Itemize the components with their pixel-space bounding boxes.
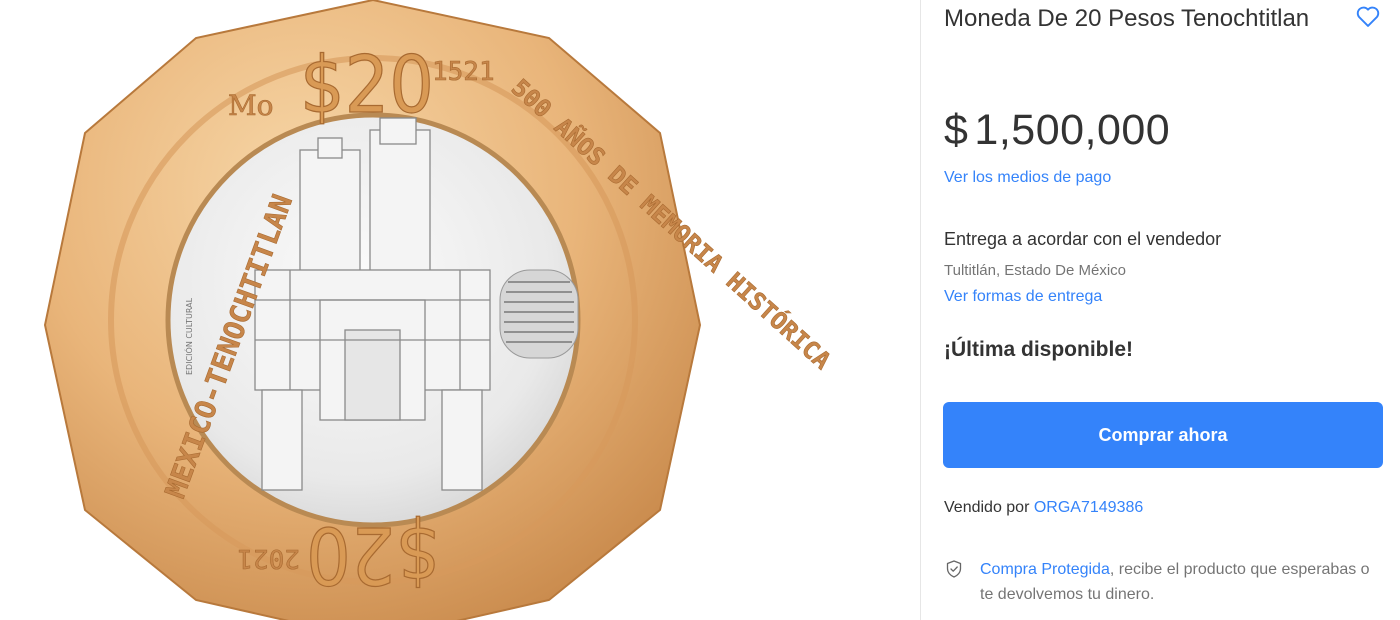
latent-image bbox=[499, 269, 579, 359]
price-amount: 1,500,000 bbox=[974, 106, 1171, 154]
coin-center-legend: EDICIÓN CULTURAL bbox=[183, 297, 194, 375]
product-image-gallery[interactable]: $20 1521 Mo MEXICO-TENOCHTITLAN 500 AÑOS… bbox=[0, 0, 920, 620]
coin-year-top: 1521 bbox=[432, 57, 495, 87]
panel-divider bbox=[920, 0, 921, 620]
price-currency: $ bbox=[944, 106, 969, 154]
coin-image: $20 1521 Mo MEXICO-TENOCHTITLAN 500 AÑOS… bbox=[43, 0, 838, 620]
protection-text: Compra Protegida, recibe el producto que… bbox=[980, 557, 1370, 607]
delivery-text: Entrega a acordar con el vendedor bbox=[944, 229, 1222, 249]
heart-outline-icon[interactable] bbox=[1354, 2, 1382, 30]
seller-location: Tultitlán, Estado De México bbox=[944, 262, 1127, 279]
product-title: Moneda De 20 Pesos Tenochtitlan bbox=[944, 5, 1310, 32]
coin-denomination-top: $20 bbox=[300, 41, 434, 131]
coin-year-bottom: 2021 bbox=[237, 543, 300, 573]
stock-status: ¡Última disponible! bbox=[944, 338, 1133, 361]
product-info-panel: Moneda De 20 Pesos Tenochtitlan $1,500,0… bbox=[943, 0, 1384, 620]
seller-info: Vendido por ORGA7149386 bbox=[944, 499, 1143, 517]
payment-methods-link[interactable]: Ver los medios de pago bbox=[944, 169, 1111, 187]
protected-purchase-link[interactable]: Compra Protegida bbox=[980, 561, 1110, 578]
coin-mint-mark: Mo bbox=[228, 89, 274, 122]
coin-denomination-bottom: $20 bbox=[306, 509, 440, 599]
seller-prefix: Vendido por bbox=[944, 499, 1034, 516]
seller-name-link[interactable]: ORGA7149386 bbox=[1034, 499, 1143, 516]
delivery-options-link[interactable]: Ver formas de entrega bbox=[944, 288, 1102, 306]
shield-check-icon bbox=[944, 559, 964, 579]
price: $1,500,000 bbox=[944, 106, 1170, 155]
buy-now-button[interactable]: Comprar ahora bbox=[943, 402, 1383, 468]
